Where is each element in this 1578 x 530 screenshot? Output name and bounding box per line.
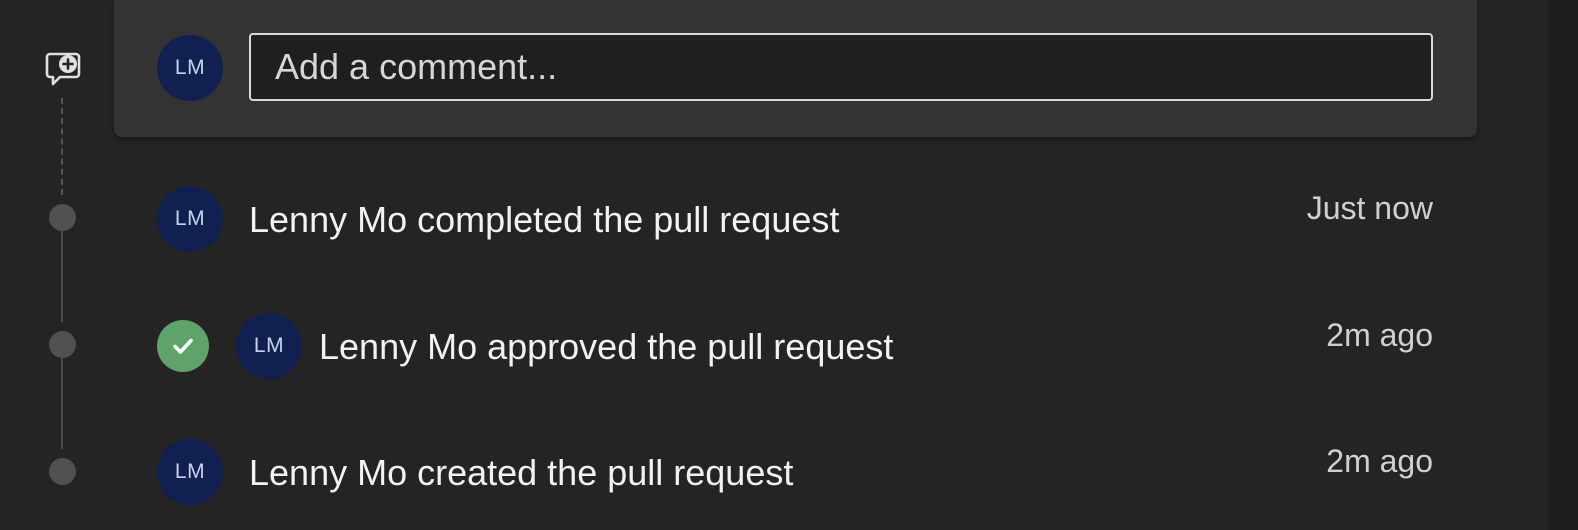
timeline-dot [49,331,76,358]
avatar: LM [157,439,223,505]
approved-check-icon [157,320,209,372]
event-description: Lenny Mo created the pull request [249,452,794,493]
timeline-dashed-connector [61,98,63,195]
add-comment-icon [45,52,81,86]
timeline-connector [61,357,63,449]
timeline-dot [49,204,76,231]
event-description: Lenny Mo completed the pull request [249,199,840,240]
avatar: LM [157,186,223,252]
avatar: LM [236,313,302,379]
event-timestamp: 2m ago [1326,443,1433,479]
timeline-dot [49,458,76,485]
comment-input[interactable] [249,33,1433,101]
avatar: LM [157,35,223,101]
right-edge-strip [1548,0,1578,530]
pr-activity-panel: LM LM Lenny Mo completed the pull reques… [0,0,1578,530]
timeline-connector [61,230,63,322]
event-timestamp: Just now [1306,190,1433,226]
event-description: Lenny Mo approved the pull request [319,326,894,367]
event-timestamp: 2m ago [1326,317,1433,353]
